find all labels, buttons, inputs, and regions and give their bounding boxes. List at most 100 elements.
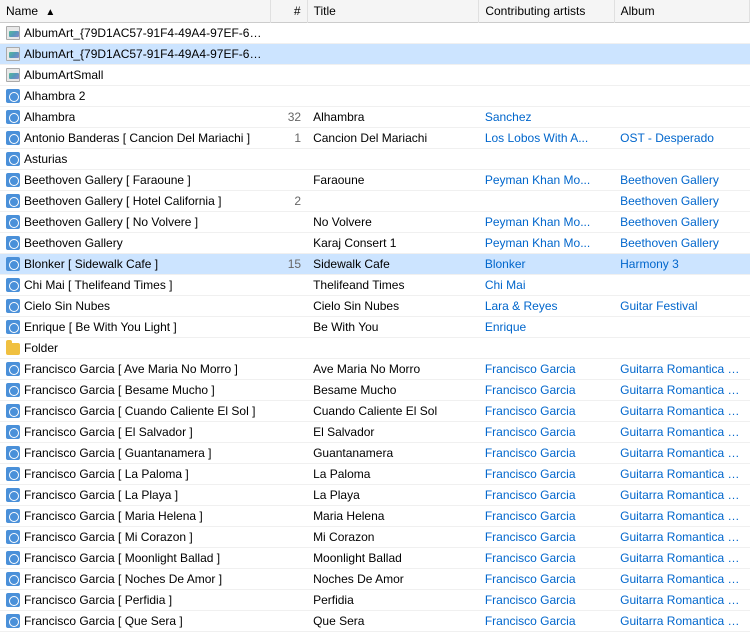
audio-icon xyxy=(6,362,20,376)
table-row[interactable]: Cielo Sin NubesCielo Sin NubesLara & Rey… xyxy=(0,296,750,317)
file-name: Francisco Garcia [ Cuando Caliente El So… xyxy=(24,404,255,418)
cell-artist xyxy=(479,65,614,86)
cell-title xyxy=(307,191,479,212)
cell-album xyxy=(614,107,749,128)
cell-album: Guitarra Romantica Espana xyxy=(614,443,749,464)
cell-artist: Peyman Khan Mo... xyxy=(479,212,614,233)
table-row[interactable]: Asturias xyxy=(0,149,750,170)
file-name: Beethoven Gallery [ Hotel California ] xyxy=(24,194,221,208)
table-row[interactable]: AlbumArt_{79D1AC57-91F4-49A4-97EF-6D... xyxy=(0,23,750,44)
cell-track-num xyxy=(271,590,307,611)
col-header-title[interactable]: Title xyxy=(307,0,479,23)
cell-title: Mi Corazon xyxy=(307,527,479,548)
file-name: Antonio Banderas [ Cancion Del Mariachi … xyxy=(24,131,250,145)
file-name: Francisco Garcia [ Perfidia ] xyxy=(24,593,172,607)
table-row[interactable]: Francisco Garcia [ Perfidia ]PerfidiaFra… xyxy=(0,590,750,611)
cell-title: La Paloma xyxy=(307,464,479,485)
cell-album xyxy=(614,65,749,86)
cell-artist: Francisco Garcia xyxy=(479,548,614,569)
cell-track-num xyxy=(271,443,307,464)
file-list-container[interactable]: Name ▲ # Title Contributing artists Albu… xyxy=(0,0,750,635)
file-name: AlbumArt_{79D1AC57-91F4-49A4-97EF-6D... xyxy=(24,26,265,40)
col-title-label: Title xyxy=(314,4,336,18)
file-name: Francisco Garcia [ Moonlight Ballad ] xyxy=(24,551,220,565)
cell-artist: Lara & Reyes xyxy=(479,296,614,317)
table-row[interactable]: AlbumArt_{79D1AC57-91F4-49A4-97EF-6D... xyxy=(0,44,750,65)
cell-artist: Francisco Garcia xyxy=(479,380,614,401)
table-row[interactable]: Francisco Garcia [ Sunset In Cordoba ]Su… xyxy=(0,632,750,635)
table-row[interactable]: Alhambra32AlhambraSanchez xyxy=(0,107,750,128)
audio-icon xyxy=(6,131,20,145)
file-name: Francisco Garcia [ La Paloma ] xyxy=(24,467,189,481)
cell-track-num xyxy=(271,422,307,443)
cell-track-num xyxy=(271,527,307,548)
cell-artist: Francisco Garcia xyxy=(479,443,614,464)
file-name: Folder xyxy=(24,341,58,355)
cell-track-num xyxy=(271,275,307,296)
cell-album: Guitarra Romantica Espana xyxy=(614,590,749,611)
cell-track-num xyxy=(271,464,307,485)
audio-icon xyxy=(6,467,20,481)
col-num-label: # xyxy=(294,4,301,18)
table-row[interactable]: Enrique [ Be With You Light ]Be With You… xyxy=(0,317,750,338)
cell-artist: Francisco Garcia xyxy=(479,464,614,485)
file-name: Francisco Garcia [ Que Sera ] xyxy=(24,614,183,628)
col-header-artist[interactable]: Contributing artists xyxy=(479,0,614,23)
table-row[interactable]: Folder xyxy=(0,338,750,359)
table-row[interactable]: Blonker [ Sidewalk Cafe ]15Sidewalk Cafe… xyxy=(0,254,750,275)
table-row[interactable]: Francisco Garcia [ Mi Corazon ]Mi Corazo… xyxy=(0,527,750,548)
image-icon xyxy=(6,47,20,61)
audio-icon xyxy=(6,173,20,187)
table-row[interactable]: Francisco Garcia [ Besame Mucho ]Besame … xyxy=(0,380,750,401)
table-row[interactable]: AlbumArtSmall xyxy=(0,65,750,86)
cell-track-num xyxy=(271,359,307,380)
cell-title: Perfidia xyxy=(307,590,479,611)
cell-name: Chi Mai [ Thelifeand Times ] xyxy=(0,275,271,296)
cell-artist: Los Lobos With A... xyxy=(479,128,614,149)
cell-album: Guitarra Romantica Espana xyxy=(614,632,749,635)
cell-name: AlbumArt_{79D1AC57-91F4-49A4-97EF-6D... xyxy=(0,44,271,65)
cell-album: Harmony 3 xyxy=(614,254,749,275)
cell-artist: Francisco Garcia xyxy=(479,359,614,380)
cell-name: Antonio Banderas [ Cancion Del Mariachi … xyxy=(0,128,271,149)
cell-track-num xyxy=(271,149,307,170)
cell-track-num xyxy=(271,632,307,635)
table-row[interactable]: Francisco Garcia [ Guantanamera ]Guantan… xyxy=(0,443,750,464)
cell-album: Beethoven Gallery xyxy=(614,233,749,254)
cell-album: Guitarra Romantica Espana xyxy=(614,569,749,590)
table-row[interactable]: Francisco Garcia [ La Playa ]La PlayaFra… xyxy=(0,485,750,506)
file-name: Francisco Garcia [ Guantanamera ] xyxy=(24,446,211,460)
table-row[interactable]: Francisco Garcia [ La Paloma ] La PalomaF… xyxy=(0,464,750,485)
table-row[interactable]: Francisco Garcia [ Maria Helena ]Maria H… xyxy=(0,506,750,527)
cell-track-num: 32 xyxy=(271,107,307,128)
table-row[interactable]: Francisco Garcia [ Que Sera ]Que SeraFra… xyxy=(0,611,750,632)
table-row[interactable]: Alhambra 2 xyxy=(0,86,750,107)
table-row[interactable]: Francisco Garcia [ Moonlight Ballad ]Moo… xyxy=(0,548,750,569)
table-row[interactable]: Francisco Garcia [ Cuando Caliente El So… xyxy=(0,401,750,422)
cell-name: Beethoven Gallery [ Hotel California ] xyxy=(0,191,271,212)
cell-artist xyxy=(479,191,614,212)
col-header-num[interactable]: # xyxy=(271,0,307,23)
cell-track-num xyxy=(271,569,307,590)
table-row[interactable]: Beethoven Gallery [ Hotel California ]2B… xyxy=(0,191,750,212)
cell-album: Beethoven Gallery xyxy=(614,191,749,212)
cell-name: Francisco Garcia [ La Paloma ] xyxy=(0,464,271,485)
cell-artist: Francisco Garcia xyxy=(479,422,614,443)
col-header-name[interactable]: Name ▲ xyxy=(0,0,271,23)
cell-name: Francisco Garcia [ Noches De Amor ] xyxy=(0,569,271,590)
table-row[interactable]: Antonio Banderas [ Cancion Del Mariachi … xyxy=(0,128,750,149)
table-row[interactable]: Francisco Garcia [ Ave Maria No Morro ]A… xyxy=(0,359,750,380)
table-row[interactable]: Beethoven Gallery [ No Volvere ]No Volve… xyxy=(0,212,750,233)
table-row[interactable]: Francisco Garcia [ Noches De Amor ]Noche… xyxy=(0,569,750,590)
table-row[interactable]: Francisco Garcia [ El Salvador ]El Salva… xyxy=(0,422,750,443)
cell-name: Francisco Garcia [ Moonlight Ballad ] xyxy=(0,548,271,569)
table-row[interactable]: Beethoven Gallery [ Faraoune ]FaraounePe… xyxy=(0,170,750,191)
file-name: Francisco Garcia [ Noches De Amor ] xyxy=(24,572,222,586)
file-name: Chi Mai [ Thelifeand Times ] xyxy=(24,278,173,292)
file-name: Asturias xyxy=(24,152,67,166)
cell-artist xyxy=(479,86,614,107)
table-row[interactable]: Chi Mai [ Thelifeand Times ]Thelifeand T… xyxy=(0,275,750,296)
cell-title: Alhambra xyxy=(307,107,479,128)
col-header-album[interactable]: Album xyxy=(614,0,749,23)
table-row[interactable]: Beethoven GalleryKaraj Consert 1Peyman K… xyxy=(0,233,750,254)
